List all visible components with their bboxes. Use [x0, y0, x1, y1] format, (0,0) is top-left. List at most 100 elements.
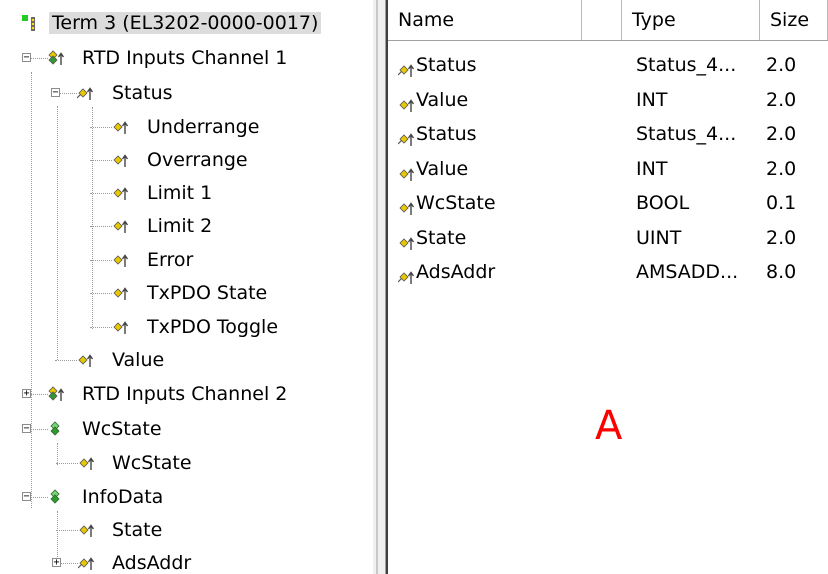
tree-item-label: AdsAddr [112, 552, 192, 574]
status-variable-icon [397, 56, 416, 77]
input-group-icon [48, 49, 66, 67]
cell-name-text: Value [416, 88, 469, 111]
column-header-size[interactable]: Size [760, 0, 828, 40]
collapse-icon[interactable]: − [51, 88, 60, 98]
green-group-icon [48, 488, 66, 506]
tree-connector-line [90, 127, 112, 128]
tree-item[interactable]: − WcState [0, 413, 372, 446]
terminal-icon [22, 14, 40, 32]
tree-connector-line [55, 360, 77, 361]
input-variable-icon [112, 318, 130, 336]
cell-name-text: AdsAddr [416, 261, 496, 283]
tree-item[interactable]: Limit 2 [0, 210, 372, 243]
input-variable-icon [112, 184, 130, 202]
list-row[interactable]: State UINT 2.0 [388, 221, 828, 255]
tree-item[interactable]: Value [0, 344, 372, 377]
list-header: Name Type Size [388, 0, 828, 41]
tree-item-label: Underrange [147, 116, 260, 138]
collapse-icon[interactable]: − [22, 424, 31, 434]
cell-size: 2.0 [766, 54, 797, 76]
tree-item-label: RTD Inputs Channel 2 [82, 383, 288, 405]
input-variable-icon [77, 351, 95, 369]
tree-item-label: Term 3 (EL3202-0000-0017) [49, 12, 322, 34]
tree-item[interactable]: WcState [0, 447, 372, 480]
column-header-type[interactable]: Type [622, 0, 760, 40]
tree-item[interactable]: + AdsAddr [0, 547, 372, 574]
tree-item-label: TxPDO Toggle [147, 316, 279, 338]
expand-icon[interactable]: + [22, 389, 31, 399]
cell-name: WcState [392, 186, 626, 220]
tree-connector-line [90, 327, 112, 328]
tree-connector-line [56, 463, 78, 464]
tree-item[interactable]: − InfoData [0, 481, 372, 514]
input-variable-icon [112, 151, 130, 169]
tree-connector-line [31, 58, 48, 59]
tree-item-label: WcState [112, 452, 192, 474]
tree-item[interactable]: State [0, 514, 372, 547]
tree-item[interactable]: − Status [0, 77, 372, 110]
collapse-icon[interactable]: − [22, 492, 31, 502]
list-row[interactable]: Status Status_4... 2.0 [388, 117, 828, 151]
tree-item-label: WcState [82, 418, 162, 440]
annotation-letter: A [595, 403, 623, 449]
cell-type: Status_4... [636, 54, 737, 76]
tree-connector-line [90, 226, 112, 227]
cell-size: 8.0 [766, 261, 797, 283]
cell-name-text: Status [416, 54, 477, 76]
column-header-blank[interactable] [582, 0, 622, 40]
list-row[interactable]: Status Status_4... 2.0 [388, 48, 828, 82]
tree-item[interactable]: + RTD Inputs Channel 2 [0, 378, 372, 411]
input-variable-icon [398, 160, 416, 181]
cell-size: 2.0 [766, 123, 797, 145]
input-variable-icon [398, 194, 416, 215]
cell-name: AdsAddr [392, 255, 626, 289]
tree-item[interactable]: Term 3 (EL3202-0000-0017) [0, 7, 372, 40]
collapse-icon[interactable]: − [22, 53, 31, 63]
list-row[interactable]: WcState BOOL 0.1 [388, 186, 828, 220]
column-header-name[interactable]: Name [388, 0, 582, 40]
tree-connector-line [61, 563, 78, 564]
cell-size: 2.0 [766, 226, 797, 249]
tree-connector-line [56, 530, 78, 531]
tree-pane[interactable]: Term 3 (EL3202-0000-0017) − RTD Inputs Cha… [0, 0, 372, 574]
cell-type: Status_4... [636, 123, 737, 145]
status-variable-icon [397, 125, 416, 146]
tree-item-label: Value [112, 349, 165, 371]
input-group-icon [48, 385, 66, 403]
tree-connector-line [31, 394, 48, 395]
tree-item[interactable]: Underrange [0, 111, 372, 144]
expand-icon[interactable]: + [52, 558, 61, 568]
tree-connector-line [90, 293, 112, 294]
pane-splitter[interactable] [372, 0, 386, 574]
cell-name: Value [392, 83, 626, 117]
tree-connector-line [31, 497, 48, 498]
cell-name-text: WcState [416, 192, 496, 214]
list-row[interactable]: Value INT 2.0 [388, 152, 828, 186]
tree-item-label: TxPDO State [147, 282, 268, 304]
tree-item[interactable]: Error [0, 244, 372, 277]
green-group-icon [48, 420, 66, 438]
tree-item[interactable]: Limit 1 [0, 177, 372, 210]
list-pane[interactable]: Name Type Size Status Status_4... 2.0 Value… [386, 0, 828, 574]
cell-name: Status [392, 48, 626, 82]
cell-name: Value [392, 152, 626, 186]
tree-item[interactable]: TxPDO Toggle [0, 311, 372, 344]
tree-connector-line [90, 160, 112, 161]
tree-item[interactable]: − RTD Inputs Channel 1 [0, 42, 372, 75]
tree-item-label: State [112, 519, 163, 541]
cell-name: State [392, 221, 626, 255]
tree-connector-line [90, 260, 112, 261]
input-variable-icon [112, 217, 130, 235]
cell-type: BOOL [636, 192, 690, 214]
cell-type: INT [636, 88, 668, 111]
list-row[interactable]: Value INT 2.0 [388, 83, 828, 117]
tree-item-label: Limit 2 [147, 215, 213, 237]
list-row[interactable]: AdsAddr AMSADD... 8.0 [388, 255, 828, 289]
tree-item[interactable]: TxPDO State [0, 277, 372, 310]
input-variable-icon [78, 454, 96, 472]
input-variable-icon [112, 284, 130, 302]
tree-item[interactable]: Overrange [0, 144, 372, 177]
tree-item-label: InfoData [82, 486, 164, 508]
input-variable-icon [112, 118, 130, 136]
tree-connector-line [60, 93, 77, 94]
